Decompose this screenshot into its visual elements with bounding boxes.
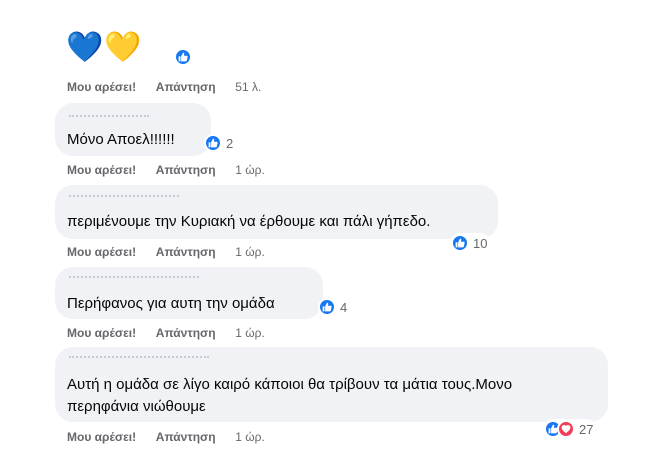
comment-5-actions: Μου αρέσει! Απάντηση 1 ώρ. xyxy=(67,430,265,444)
like-comment-button[interactable]: Μου αρέσει! xyxy=(67,326,136,340)
comment-text: περιμένουμε την Κυριακή να έρθουμε και π… xyxy=(67,213,431,230)
comment-3-actions: Μου αρέσει! Απάντηση 1 ώρ. xyxy=(67,245,265,259)
comment-5-bubble: Αυτή η ομάδα σε λίγο καιρό κάποιοι θα τρ… xyxy=(55,347,608,422)
comment-1-actions: Μου αρέσει! Απάντηση 51 λ. xyxy=(67,80,261,94)
reaction-count: 2 xyxy=(226,135,234,151)
reply-comment-button[interactable]: Απάντηση xyxy=(156,326,216,340)
comment-3-bubble: περιμένουμε την Κυριακή να έρθουμε και π… xyxy=(55,185,498,239)
commenter-name-blurred xyxy=(69,115,149,120)
reaction-summary-5[interactable]: 27 xyxy=(543,419,597,439)
like-icon xyxy=(318,298,336,316)
reply-comment-button[interactable]: Απάντηση xyxy=(156,163,216,177)
emoji-yellow-heart: 💛 xyxy=(104,31,142,64)
reply-comment-button[interactable]: Απάντηση xyxy=(156,430,216,444)
comment-text: Περήφανος για αυτη την ομάδα xyxy=(67,295,275,312)
comment-text-line-2: περηφάνια νιώθουμε xyxy=(67,398,206,415)
comment-4-bubble: Περήφανος για αυτη την ομάδα xyxy=(55,267,323,319)
commenter-name-blurred xyxy=(69,356,209,361)
comment-timestamp[interactable]: 1 ώρ. xyxy=(235,163,265,177)
like-comment-button[interactable]: Μου αρέσει! xyxy=(67,80,136,94)
reaction-summary-1[interactable] xyxy=(174,48,192,66)
reply-comment-button[interactable]: Απάντηση xyxy=(156,245,216,259)
reply-comment-button[interactable]: Απάντηση xyxy=(156,80,216,94)
like-comment-button[interactable]: Μου αρέσει! xyxy=(67,163,136,177)
reaction-summary-2[interactable]: 2 xyxy=(204,134,233,152)
reaction-count: 10 xyxy=(473,235,488,251)
like-icon xyxy=(451,234,469,252)
emoji-blue-heart: 💙 xyxy=(66,31,104,64)
reaction-summary-4[interactable]: 4 xyxy=(318,298,347,316)
commenter-name-blurred xyxy=(69,276,199,281)
reaction-summary-3[interactable]: 10 xyxy=(450,233,491,253)
comment-timestamp[interactable]: 1 ώρ. xyxy=(235,430,265,444)
comment-text: Μόνο Αποελ!!!!!! xyxy=(67,131,175,148)
like-comment-button[interactable]: Μου αρέσει! xyxy=(67,430,136,444)
commenter-name-blurred xyxy=(69,195,179,200)
comment-timestamp[interactable]: 51 λ. xyxy=(235,80,261,94)
like-icon xyxy=(204,134,222,152)
comment-2-bubble: Μόνο Αποελ!!!!!! xyxy=(55,103,211,156)
comment-timestamp[interactable]: 1 ώρ. xyxy=(235,326,265,340)
reaction-count: 27 xyxy=(579,421,594,437)
comment-4-actions: Μου αρέσει! Απάντηση 1 ώρ. xyxy=(67,326,265,340)
heart-icon xyxy=(557,420,575,438)
like-comment-button[interactable]: Μου αρέσει! xyxy=(67,245,136,259)
comment-text-line-1: Αυτή η ομάδα σε λίγο καιρό κάποιοι θα τρ… xyxy=(67,376,513,393)
reaction-count: 4 xyxy=(340,299,348,315)
comment-2-actions: Μου αρέσει! Απάντηση 1 ώρ. xyxy=(67,163,265,177)
comment-timestamp[interactable]: 1 ώρ. xyxy=(235,245,265,259)
like-icon xyxy=(174,48,192,66)
